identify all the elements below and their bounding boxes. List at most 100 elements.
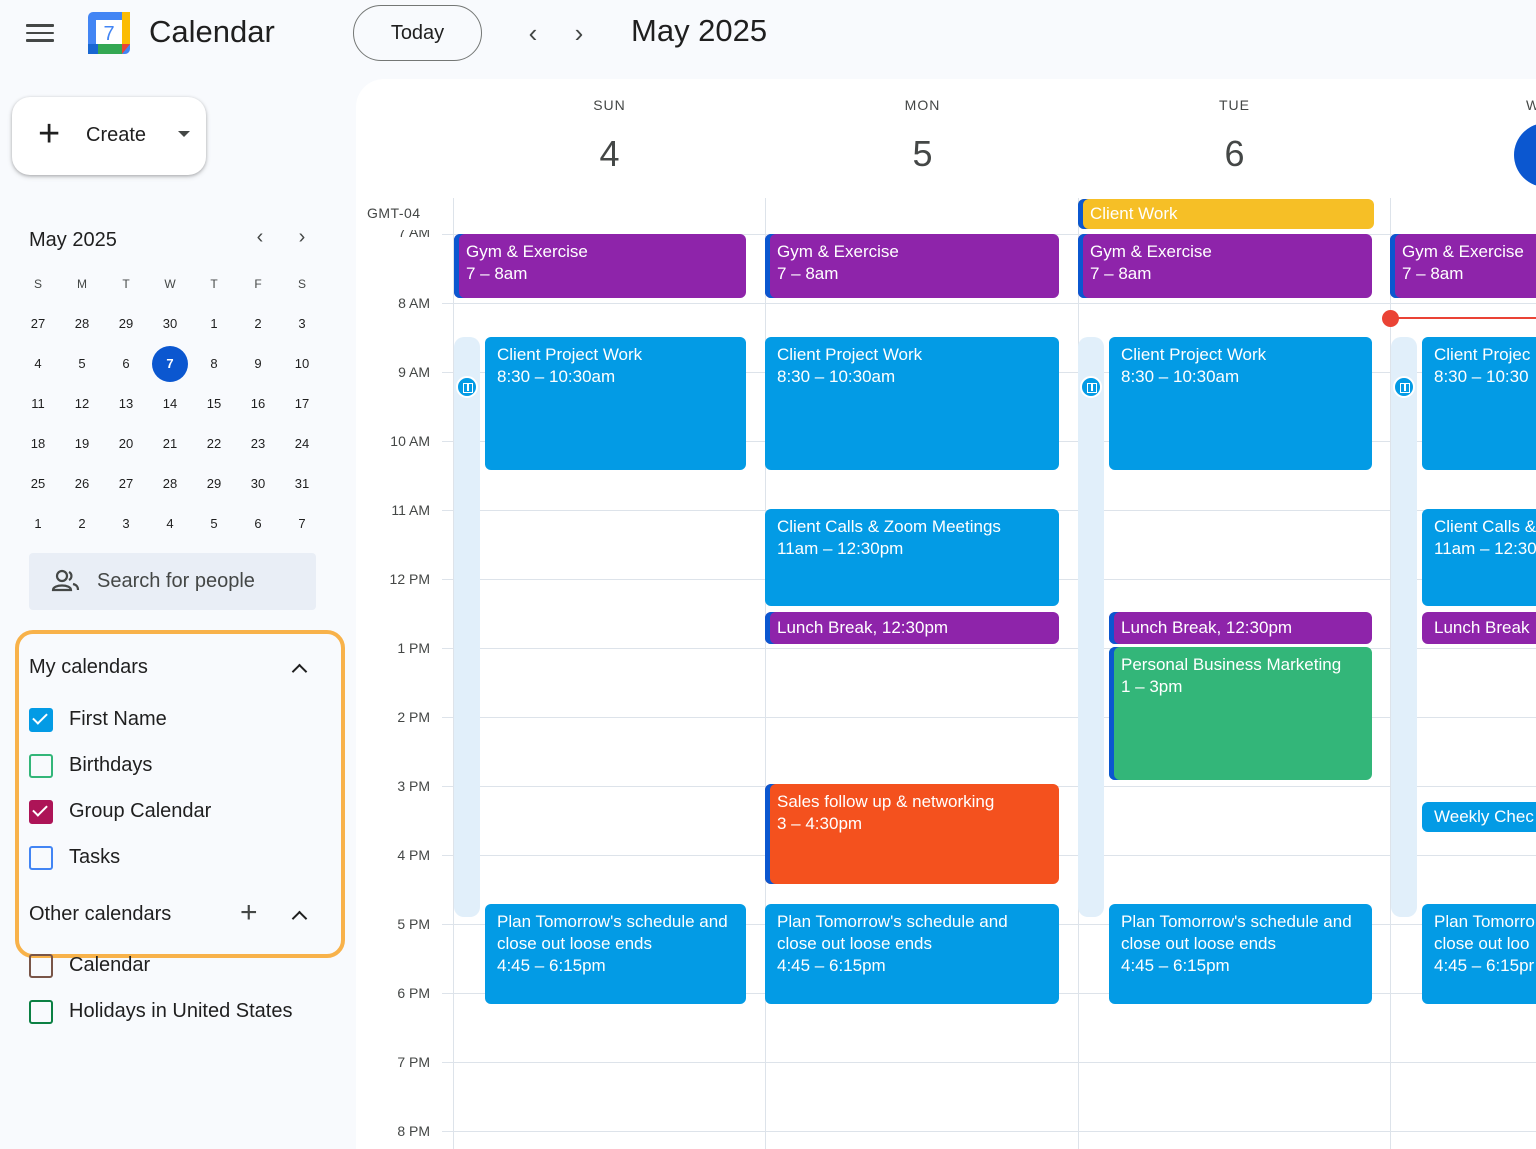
mini-calendar-day[interactable]: 19 bbox=[60, 424, 104, 464]
mini-calendar-day[interactable]: 25 bbox=[16, 464, 60, 504]
today-button[interactable]: Today bbox=[353, 5, 482, 61]
mini-calendar-day[interactable]: 1 bbox=[192, 304, 236, 344]
event-gym-wed[interactable]: Gym & Exercise 7 – 8am bbox=[1390, 234, 1536, 298]
checkbox-icon[interactable] bbox=[29, 800, 53, 824]
mini-calendar-day[interactable]: 3 bbox=[104, 504, 148, 544]
checkbox-icon[interactable] bbox=[29, 1000, 53, 1024]
event-calls-wed[interactable]: Client Calls & 11am – 12:30 bbox=[1422, 509, 1536, 606]
mini-calendar-day[interactable]: 17 bbox=[280, 384, 324, 424]
mini-calendar-day[interactable]: 14 bbox=[148, 384, 192, 424]
calendar-item-label: Holidays in United States bbox=[69, 1000, 293, 1022]
mini-calendar-day[interactable]: 20 bbox=[104, 424, 148, 464]
mini-calendar-prev-button[interactable]: ‹ bbox=[248, 226, 272, 249]
mini-calendar-day[interactable]: 29 bbox=[192, 464, 236, 504]
mini-calendar-day[interactable]: 26 bbox=[60, 464, 104, 504]
mini-calendar-day[interactable]: 6 bbox=[104, 344, 148, 384]
event-project-sun[interactable]: Client Project Work 8:30 – 10:30am bbox=[485, 337, 746, 470]
mini-calendar-day[interactable]: 28 bbox=[148, 464, 192, 504]
event-plan-tue[interactable]: Plan Tomorrow's schedule and close out l… bbox=[1109, 904, 1372, 1004]
other-calendars-collapse-icon[interactable] bbox=[288, 904, 312, 928]
checkbox-icon[interactable] bbox=[29, 754, 53, 778]
my-calendars-title[interactable]: My calendars bbox=[29, 656, 148, 679]
task-icon[interactable] bbox=[456, 376, 478, 398]
mini-calendar-day-label: 18 bbox=[30, 436, 46, 451]
next-week-button[interactable]: › bbox=[564, 16, 594, 50]
allday-event-client-work[interactable]: Client Work bbox=[1078, 199, 1374, 229]
mini-calendar-day[interactable]: 30 bbox=[236, 464, 280, 504]
mini-calendar-day[interactable]: 15 bbox=[192, 384, 236, 424]
my-calendars-collapse-icon[interactable] bbox=[288, 657, 312, 681]
mini-calendar-day[interactable]: 2 bbox=[236, 304, 280, 344]
event-title: Client Calls & Zoom Meetings bbox=[777, 517, 1001, 536]
today-day-number[interactable] bbox=[1514, 123, 1536, 187]
mini-calendar-day[interactable]: 12 bbox=[60, 384, 104, 424]
event-calls-mon[interactable]: Client Calls & Zoom Meetings 11am – 12:3… bbox=[765, 509, 1059, 606]
mini-calendar-next-button[interactable]: › bbox=[290, 226, 314, 249]
checkbox-icon[interactable] bbox=[29, 846, 53, 870]
mini-calendar-day[interactable]: 4 bbox=[16, 344, 60, 384]
mini-calendar-day[interactable]: 6 bbox=[236, 504, 280, 544]
mini-calendar-day-label: 30 bbox=[250, 476, 266, 491]
mini-calendar-day[interactable]: 9 bbox=[236, 344, 280, 384]
event-project-mon[interactable]: Client Project Work 8:30 – 10:30am bbox=[765, 337, 1059, 470]
people-icon bbox=[51, 569, 80, 592]
event-plan-sun[interactable]: Plan Tomorrow's schedule and close out l… bbox=[485, 904, 746, 1004]
prev-week-button[interactable]: ‹ bbox=[518, 16, 548, 50]
mini-calendar-day[interactable]: 10 bbox=[280, 344, 324, 384]
mini-calendar-day[interactable]: 30 bbox=[148, 304, 192, 344]
task-icon[interactable] bbox=[1080, 376, 1102, 398]
task-icon[interactable] bbox=[1393, 376, 1415, 398]
mini-calendar-day[interactable]: 11 bbox=[16, 384, 60, 424]
event-project-wed[interactable]: Client Projec 8:30 – 10:30 bbox=[1422, 337, 1536, 470]
mini-calendar-day[interactable]: 3 bbox=[280, 304, 324, 344]
event-title: Gym & Exercise bbox=[777, 242, 899, 261]
mini-calendar-day[interactable]: 22 bbox=[192, 424, 236, 464]
mini-calendar-day[interactable]: 27 bbox=[16, 304, 60, 344]
mini-calendar-day[interactable]: 24 bbox=[280, 424, 324, 464]
event-project-tue[interactable]: Client Project Work 8:30 – 10:30am bbox=[1109, 337, 1372, 470]
event-marketing-tue[interactable]: Personal Business Marketing 1 – 3pm bbox=[1109, 647, 1372, 780]
mini-calendar-day[interactable]: 18 bbox=[16, 424, 60, 464]
day-header-wed[interactable]: W bbox=[1526, 97, 1536, 113]
mini-calendar-day[interactable]: 7 bbox=[148, 344, 192, 384]
event-gym-mon[interactable]: Gym & Exercise 7 – 8am bbox=[765, 234, 1059, 298]
event-time: 3 – 4:30pm bbox=[777, 814, 863, 833]
event-plan-mon[interactable]: Plan Tomorrow's schedule and close out l… bbox=[765, 904, 1059, 1004]
mini-calendar-day[interactable]: 21 bbox=[148, 424, 192, 464]
mini-calendar-day[interactable]: 4 bbox=[148, 504, 192, 544]
mini-calendar-day[interactable]: 2 bbox=[60, 504, 104, 544]
mini-calendar-day[interactable]: 27 bbox=[104, 464, 148, 504]
mini-calendar-day[interactable]: 8 bbox=[192, 344, 236, 384]
day-number[interactable]: 6 bbox=[1078, 133, 1391, 175]
mini-calendar-day[interactable]: 23 bbox=[236, 424, 280, 464]
mini-calendar-day[interactable]: 16 bbox=[236, 384, 280, 424]
mini-calendar-day[interactable]: 31 bbox=[280, 464, 324, 504]
mini-calendar-day[interactable]: 5 bbox=[60, 344, 104, 384]
mini-calendar-day[interactable]: 1 bbox=[16, 504, 60, 544]
main-menu-icon[interactable] bbox=[26, 24, 54, 44]
mini-calendar-day[interactable]: 5 bbox=[192, 504, 236, 544]
event-plan-wed[interactable]: Plan Tomorro close out loo 4:45 – 6:15pr bbox=[1422, 904, 1536, 1004]
event-lunch-mon[interactable]: Lunch Break, 12:30pm bbox=[765, 612, 1059, 644]
mini-calendar-day[interactable]: 29 bbox=[104, 304, 148, 344]
event-gym-tue[interactable]: Gym & Exercise 7 – 8am bbox=[1078, 234, 1372, 298]
event-gym-sun[interactable]: Gym & Exercise 7 – 8am bbox=[454, 234, 746, 298]
event-lunch-tue[interactable]: Lunch Break, 12:30pm bbox=[1109, 612, 1372, 644]
mini-calendar-day[interactable]: 28 bbox=[60, 304, 104, 344]
event-time: 4:45 – 6:15pr bbox=[1434, 956, 1535, 975]
day-number[interactable]: 4 bbox=[453, 133, 766, 175]
checkbox-icon[interactable] bbox=[29, 954, 53, 978]
task-strip bbox=[1078, 337, 1104, 917]
mini-calendar-week: 25 26 27 28 29 30 31 bbox=[16, 464, 324, 504]
day-number[interactable]: 5 bbox=[766, 133, 1079, 175]
event-weekly-check-wed[interactable]: Weekly Chec bbox=[1422, 802, 1536, 832]
checkbox-icon[interactable] bbox=[29, 708, 53, 732]
other-calendars-title[interactable]: Other calendars bbox=[29, 903, 171, 926]
mini-calendar-day[interactable]: 13 bbox=[104, 384, 148, 424]
create-button[interactable]: + Create bbox=[12, 97, 206, 175]
add-other-calendar-icon[interactable]: + bbox=[240, 898, 258, 928]
event-lunch-wed[interactable]: Lunch Break bbox=[1422, 612, 1536, 644]
search-people-input[interactable]: Search for people bbox=[29, 553, 316, 610]
event-sales-mon[interactable]: Sales follow up & networking 3 – 4:30pm bbox=[765, 784, 1059, 884]
mini-calendar-day[interactable]: 7 bbox=[280, 504, 324, 544]
